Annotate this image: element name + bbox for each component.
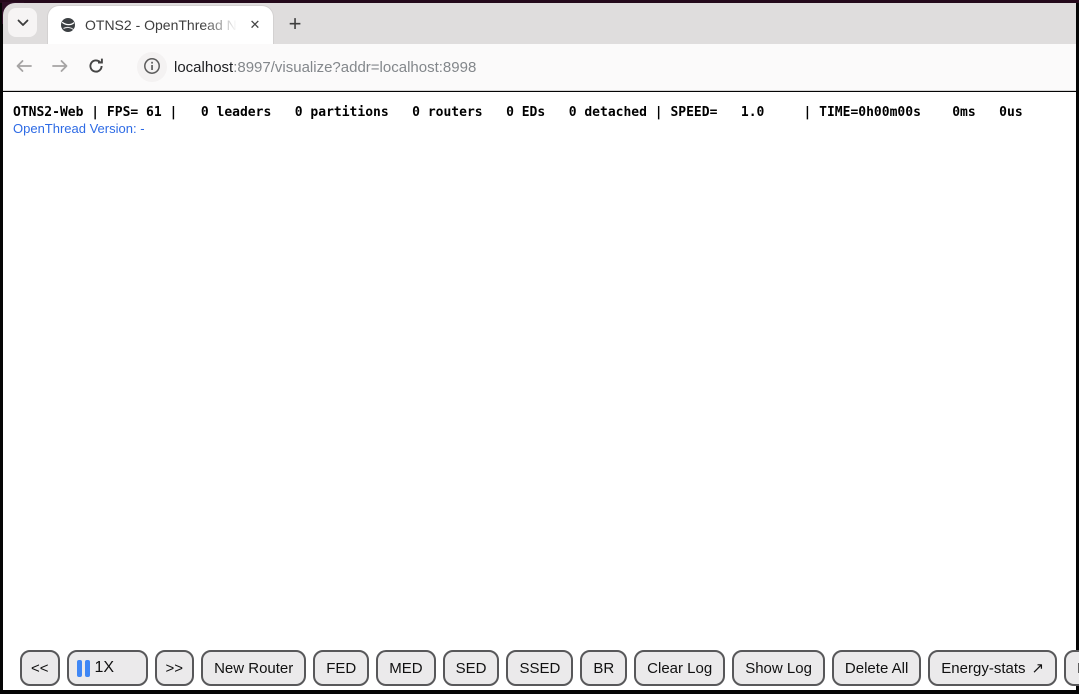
openthread-version-link[interactable]: OpenThread Version: - bbox=[13, 121, 145, 136]
pause-speed-button[interactable]: 1X bbox=[67, 650, 148, 686]
status-bar-text: OTNS2-Web | FPS= 61 | 0 leaders 0 partit… bbox=[13, 105, 1023, 120]
chevron-down-icon bbox=[17, 15, 29, 30]
url-host: localhost bbox=[174, 59, 233, 76]
site-info-button[interactable] bbox=[137, 52, 167, 82]
speed-down-button[interactable]: << bbox=[20, 650, 60, 686]
energy-stats-button[interactable]: Energy-stats ↗ bbox=[928, 650, 1057, 686]
new-sed-button[interactable]: SED bbox=[443, 650, 500, 686]
speed-up-button[interactable]: >> bbox=[155, 650, 195, 686]
new-router-button[interactable]: New Router bbox=[201, 650, 306, 686]
action-bar: << 1X >> New Router FED MED SED SSED BR … bbox=[20, 650, 1079, 686]
new-fed-button[interactable]: FED bbox=[313, 650, 369, 686]
back-arrow-icon bbox=[15, 59, 33, 76]
reload-icon bbox=[87, 57, 105, 78]
reload-button[interactable] bbox=[80, 51, 112, 83]
show-log-button[interactable]: Show Log bbox=[732, 650, 825, 686]
new-br-button[interactable]: BR bbox=[580, 650, 627, 686]
url-field[interactable]: localhost:8997/visualize?addr=localhost:… bbox=[174, 59, 476, 76]
back-button[interactable] bbox=[8, 51, 40, 83]
new-med-button[interactable]: MED bbox=[376, 650, 435, 686]
browser-window: OTNS2 - OpenThread Ne ✕ + bbox=[3, 3, 1076, 690]
tab-strip: OTNS2 - OpenThread Ne ✕ + bbox=[3, 3, 1076, 44]
node-stats-button[interactable]: Node-stats ↗ bbox=[1064, 650, 1079, 686]
forward-button[interactable] bbox=[44, 51, 76, 83]
pause-icon bbox=[77, 660, 90, 677]
address-bar: localhost:8997/visualize?addr=localhost:… bbox=[3, 44, 1076, 91]
delete-all-button[interactable]: Delete All bbox=[832, 650, 921, 686]
info-icon bbox=[143, 57, 161, 78]
url-path: :8997/visualize?addr=localhost:8998 bbox=[233, 59, 476, 76]
page-content: OTNS2-Web | FPS= 61 | 0 leaders 0 partit… bbox=[3, 92, 1076, 690]
clear-log-button[interactable]: Clear Log bbox=[634, 650, 725, 686]
tab-title: OTNS2 - OpenThread Ne bbox=[85, 17, 237, 33]
external-link-icon: ↗ bbox=[1032, 659, 1045, 677]
forward-arrow-icon bbox=[51, 59, 69, 76]
new-ssed-button[interactable]: SSED bbox=[506, 650, 573, 686]
globe-favicon-icon bbox=[60, 17, 76, 33]
close-tab-icon[interactable]: ✕ bbox=[245, 14, 265, 36]
simulation-canvas[interactable] bbox=[3, 92, 1076, 690]
tab-list-button[interactable] bbox=[8, 8, 37, 37]
new-tab-button[interactable]: + bbox=[281, 10, 309, 38]
tab-title-fade bbox=[203, 17, 237, 33]
browser-tab[interactable]: OTNS2 - OpenThread Ne ✕ bbox=[48, 6, 273, 44]
speed-display: 1X bbox=[95, 659, 115, 677]
